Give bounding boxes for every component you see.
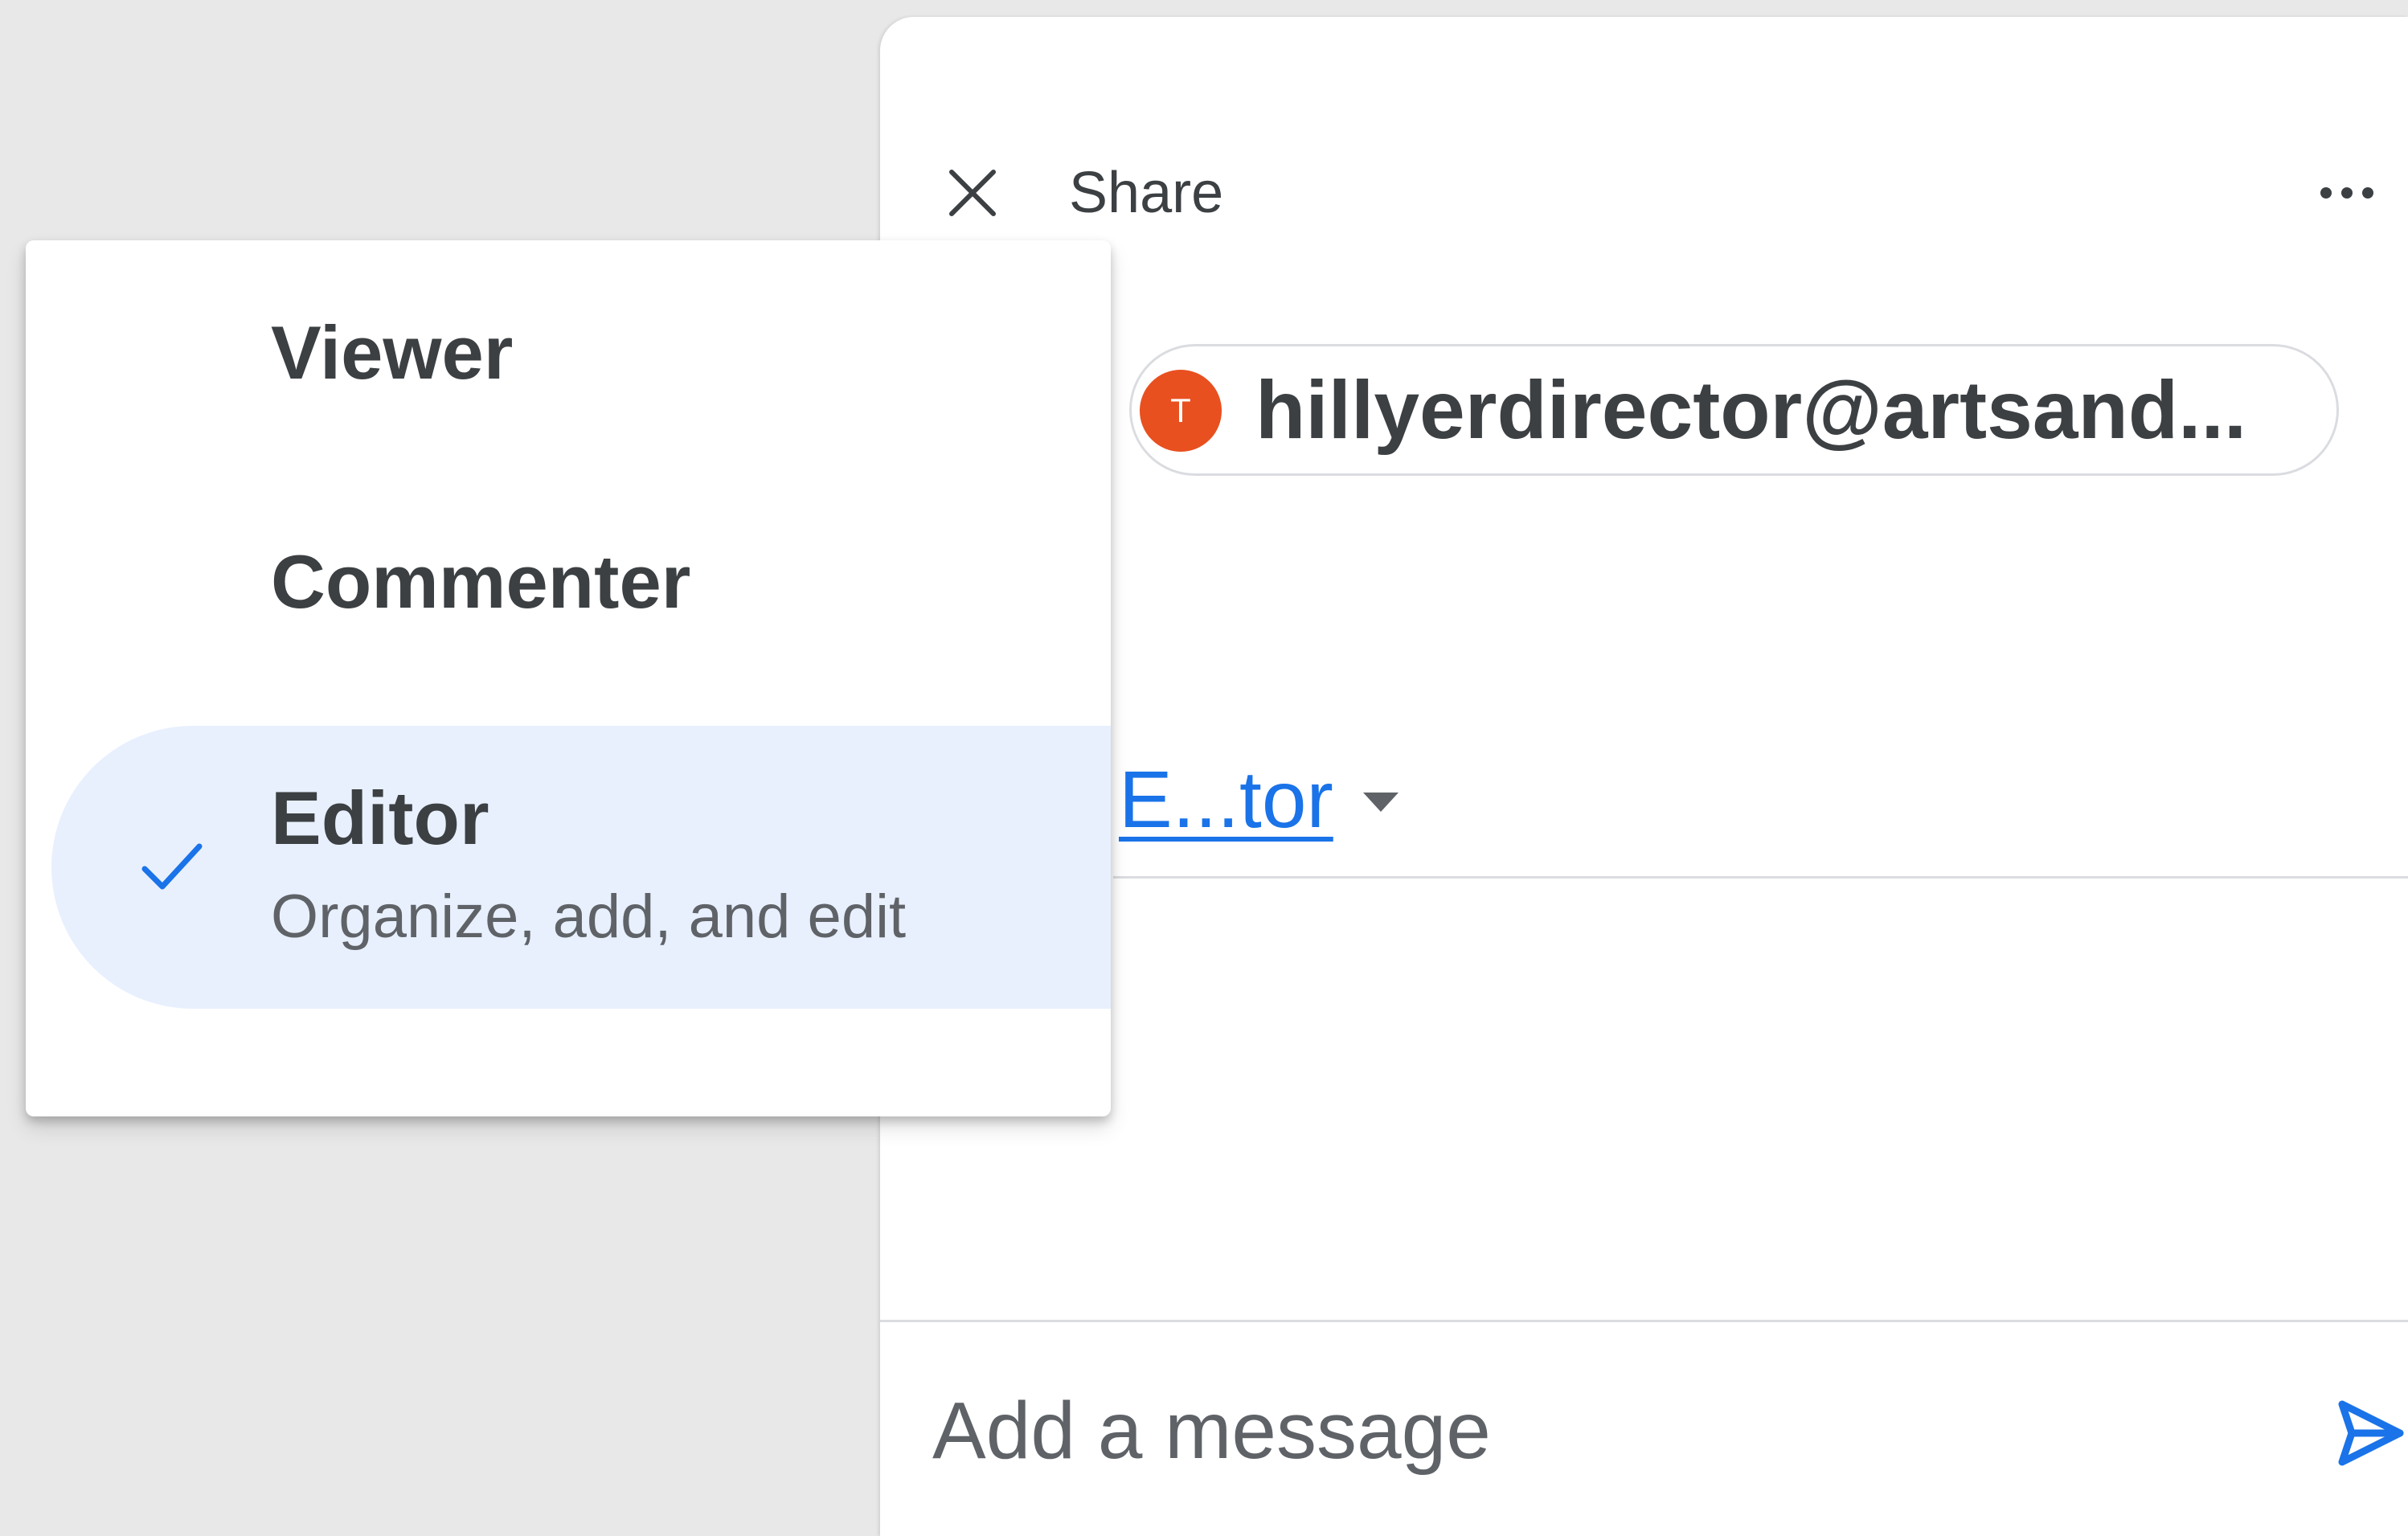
send-icon[interactable] <box>2331 1395 2408 1472</box>
selected-highlight <box>51 726 1111 1009</box>
more-horizontal-icon <box>2320 187 2373 199</box>
role-selector-link[interactable]: E...tor <box>1119 752 1333 848</box>
caret-down-icon[interactable] <box>1357 781 1405 821</box>
menu-item-description: Organize, add, and edit <box>271 883 907 951</box>
menu-item-editor[interactable]: Editor Organize, add, and edit <box>26 726 1111 1009</box>
more-options-button[interactable] <box>2307 161 2387 225</box>
menu-item-commenter[interactable]: Commenter <box>26 518 1111 646</box>
role-menu: Viewer Commenter Editor Organize, add, a… <box>26 240 1111 1116</box>
close-button[interactable] <box>940 161 1005 225</box>
menu-item-viewer[interactable]: Viewer <box>26 289 1111 417</box>
message-input[interactable] <box>932 1374 2250 1487</box>
recipient-email: hillyerdirector@artsand... <box>1255 364 2247 456</box>
share-title: Share <box>1069 161 1224 225</box>
menu-item-label: Viewer <box>271 310 514 395</box>
menu-item-label: Editor <box>271 776 489 860</box>
close-icon <box>949 170 996 216</box>
avatar: T <box>1140 370 1222 452</box>
check-icon <box>141 843 203 890</box>
divider <box>880 1320 2408 1322</box>
menu-item-label: Commenter <box>271 539 691 624</box>
divider <box>1113 876 2408 879</box>
